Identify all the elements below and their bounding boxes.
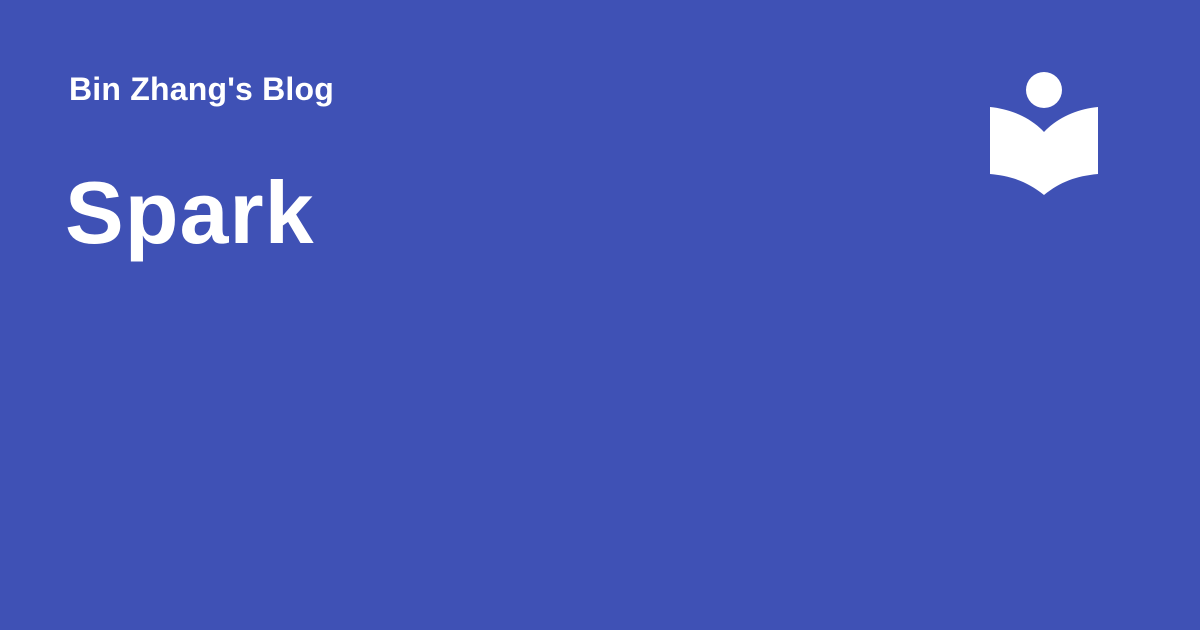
reader-book-icon [990,72,1098,196]
page-title: Spark [65,163,315,262]
site-name: Bin Zhang's Blog [69,71,335,107]
social-share-card: Bin Zhang's Blog Spark [0,0,1200,630]
